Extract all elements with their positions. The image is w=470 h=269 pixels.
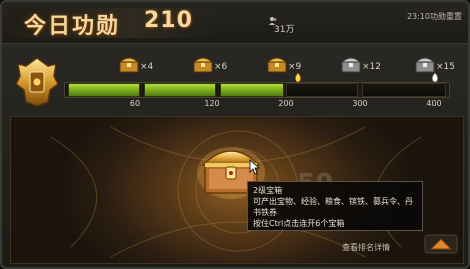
tooltip-title: 2级宝箱 bbox=[253, 186, 283, 195]
up-arrow-icon[interactable] bbox=[424, 234, 458, 254]
progress-segment-5 bbox=[362, 83, 446, 97]
chest-display-area: 50 2级宝箱 可产出宝物、经验、粮食、镔铁、募兵令、丹书铁券 按住Ctrl点击… bbox=[10, 116, 464, 264]
gold-chest-icon[interactable] bbox=[192, 54, 214, 74]
progress-segment-1 bbox=[68, 83, 140, 97]
milestone-label: 60 bbox=[129, 99, 141, 108]
silver-chest-icon[interactable] bbox=[414, 54, 436, 74]
header: 今日功勋 210 31万 23:10功勋重置 bbox=[2, 2, 468, 44]
mouse-cursor bbox=[249, 159, 261, 175]
ranking-detail-link[interactable]: 查看排名详情 bbox=[342, 242, 390, 253]
participant-count: 31万 bbox=[274, 25, 295, 35]
milestone-flame-icon bbox=[432, 72, 438, 83]
milestone-label: 400 bbox=[426, 99, 442, 108]
tooltip-hint: 按住Ctrl点击连开6个宝箱 bbox=[253, 219, 345, 228]
chest-count: ×9 bbox=[288, 62, 302, 72]
milestone-label: 120 bbox=[204, 99, 220, 108]
gold-chest-icon[interactable] bbox=[118, 54, 140, 74]
milestone-label: 300 bbox=[352, 99, 368, 108]
gold-chest-icon[interactable] bbox=[266, 54, 288, 74]
chest-count: ×15 bbox=[436, 62, 455, 72]
progress-segment-4 bbox=[286, 83, 358, 97]
merit-score: 210 bbox=[144, 8, 193, 33]
silver-chest-icon[interactable] bbox=[340, 54, 362, 74]
chest-tooltip: 2级宝箱 可产出宝物、经验、粮食、镔铁、募兵令、丹书铁券 按住Ctrl点击连开6… bbox=[247, 181, 423, 231]
gold-emblem-icon bbox=[15, 57, 59, 107]
merit-panel: 今日功勋 210 31万 23:10功勋重置 60 120 200 300 40… bbox=[0, 0, 470, 269]
progress-segment-3 bbox=[220, 83, 284, 97]
chest-count: ×6 bbox=[214, 62, 228, 72]
page-title: 今日功勋 bbox=[24, 14, 121, 39]
tooltip-description: 可产出宝物、经验、粮食、镔铁、募兵令、丹书铁券 bbox=[253, 197, 413, 217]
chest-count: ×4 bbox=[140, 62, 154, 72]
milestone-flame-icon bbox=[295, 72, 301, 83]
progress-segment-2 bbox=[144, 83, 216, 97]
reset-time: 23:10功勋重置 bbox=[406, 12, 462, 21]
chest-count: ×12 bbox=[362, 62, 381, 72]
milestone-label: 200 bbox=[278, 99, 294, 108]
